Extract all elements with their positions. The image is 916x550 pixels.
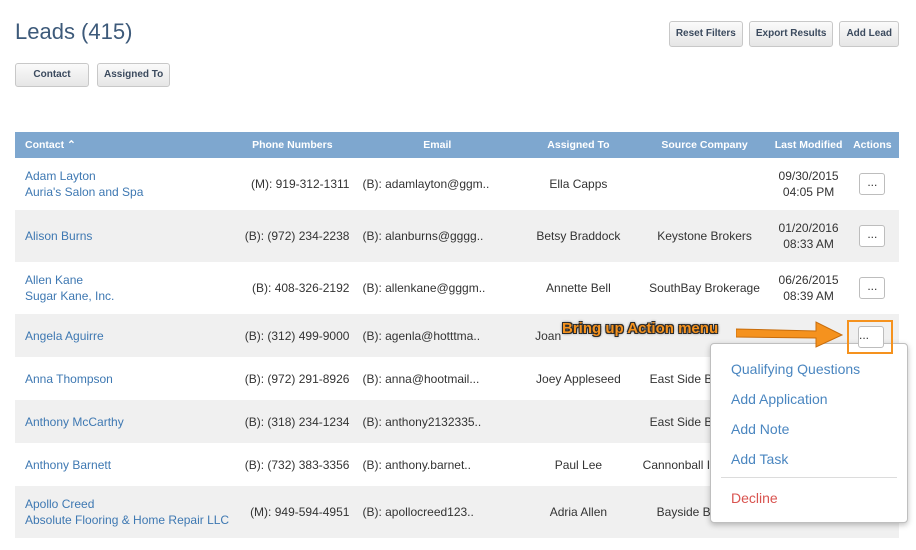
annotation-arrow-icon (736, 321, 844, 348)
contact-company-link[interactable]: Sugar Kane, Inc. (25, 288, 229, 304)
assigned-cell: Adria Allen (519, 486, 638, 538)
modified-date: 06/26/2015 (778, 273, 839, 287)
column-contact[interactable]: Contact ⌃ (15, 132, 230, 158)
phone-cell: (M): 919-312-1311 (250, 177, 350, 191)
assigned-cell: Joey Appleseed (536, 371, 621, 386)
page-title: Leads (415) (15, 19, 133, 44)
email-cell: (B): allenkane@gggm.. (362, 281, 486, 295)
row-actions-button[interactable]: ... (859, 277, 886, 299)
contact-company-link[interactable]: Auria's Salon and Spa (25, 184, 229, 200)
contact-name-link[interactable]: Anna Thompson (25, 371, 229, 387)
column-assigned[interactable]: Assigned To (519, 132, 638, 158)
modified-cell: 09/30/2015 04:05 PM (771, 158, 845, 210)
email-cell: (B): adamlayton@ggm.. (362, 177, 490, 191)
source-cell (638, 158, 772, 210)
menu-item-add-application[interactable]: Add Application (731, 391, 828, 407)
assigned-cell: Annette Bell (546, 281, 611, 295)
highlighted-actions-box: ... (847, 320, 893, 354)
row-actions-button-active[interactable]: ... (858, 326, 884, 348)
column-actions: Actions (845, 132, 899, 158)
table-row: Adam Layton Auria's Salon and Spa (M): 91… (15, 158, 899, 210)
modified-cell: 01/20/2016 08:33 AM (771, 210, 846, 262)
menu-item-add-task[interactable]: Add Task (731, 451, 788, 467)
modified-date: 01/20/2016 (778, 221, 839, 235)
action-menu: Qualifying Questions Add Application Add… (710, 343, 908, 523)
contact-company-link[interactable]: Absolute Flooring & Home Repair LLC (25, 512, 229, 528)
phone-cell: (M): 949-594-4951 (229, 486, 356, 538)
phone-cell: (B): (972) 234-2238 (229, 210, 356, 262)
add-lead-button[interactable]: Add Lead (839, 21, 899, 47)
assigned-cell: Betsy Braddock (519, 210, 638, 262)
modified-time: 08:39 AM (783, 289, 834, 303)
modified-date: 09/30/2015 (778, 169, 839, 183)
phone-cell: (B): (318) 234-1234 (229, 400, 356, 443)
table-row: Alison Burns (B): (972) 234-2238 (B): al… (15, 210, 899, 262)
contact-name-link[interactable]: Angela Aguirre (25, 328, 229, 344)
assigned-to-filter-button[interactable]: Assigned To (97, 63, 171, 87)
contact-name-link[interactable]: Apollo Creed (25, 496, 229, 512)
filter-bar: Contact Assigned To (15, 63, 171, 87)
table-header: Contact ⌃ Phone Numbers Email Assigned T… (15, 132, 899, 158)
menu-divider (721, 477, 897, 478)
contact-name-link[interactable]: Anthony McCarthy (25, 414, 229, 430)
table-row: Allen Kane Sugar Kane, Inc. (B): 408-326-… (15, 262, 899, 314)
contact-name-link[interactable]: Alison Burns (25, 228, 229, 244)
toolbar: Reset Filters Export Results Add Lead (668, 21, 899, 47)
modified-time: 08:33 AM (783, 237, 834, 251)
source-cell: Keystone Brokers (637, 210, 772, 262)
email-cell: (B): agenla@hotttma.. (355, 314, 520, 357)
row-actions-button[interactable]: ... (859, 225, 886, 247)
phone-cell: (B): (312) 499-9000 (229, 314, 356, 357)
assigned-cell: Paul Lee (554, 457, 603, 472)
phone-cell: (B): (972) 291-8926 (244, 371, 350, 386)
annotation-callout: Bring up Action menu (562, 320, 719, 337)
reset-filters-button[interactable]: Reset Filters (668, 21, 743, 47)
column-modified[interactable]: Last Modified (771, 132, 846, 158)
email-cell: (B): anthony.barnet.. (362, 457, 471, 472)
menu-item-decline[interactable]: Decline (731, 490, 778, 506)
source-cell: SouthBay Brokerage (649, 281, 760, 295)
assigned-cell: Ella Capps (549, 177, 608, 191)
column-email[interactable]: Email (355, 132, 520, 158)
column-source[interactable]: Source Company (637, 132, 772, 158)
email-cell: (B): anna@hootmail... (362, 371, 480, 386)
email-cell: (B): anthony2132335.. (355, 400, 520, 443)
column-phone[interactable]: Phone Numbers (229, 132, 356, 158)
modified-time: 04:05 PM (782, 185, 835, 199)
export-results-button[interactable]: Export Results (748, 21, 834, 47)
modified-cell: 06/26/2015 08:39 AM (771, 262, 845, 314)
row-actions-button[interactable]: ... (859, 173, 886, 195)
contact-filter-button[interactable]: Contact (15, 63, 89, 87)
menu-item-qualifying-questions[interactable]: Qualifying Questions (731, 361, 860, 377)
email-cell: (B): alanburns@gggg.. (355, 210, 520, 262)
contact-name-link[interactable]: Allen Kane (25, 272, 229, 288)
menu-item-add-note[interactable]: Add Note (731, 421, 789, 437)
email-cell: (B): apollocreed123.. (355, 486, 520, 538)
phone-cell: (B): 408-326-2192 (252, 281, 350, 295)
contact-name-link[interactable]: Anthony Barnett (25, 457, 229, 473)
assigned-cell (519, 400, 638, 443)
phone-cell: (B): (732) 383-3356 (244, 457, 350, 472)
contact-name-link[interactable]: Adam Layton (25, 168, 229, 184)
